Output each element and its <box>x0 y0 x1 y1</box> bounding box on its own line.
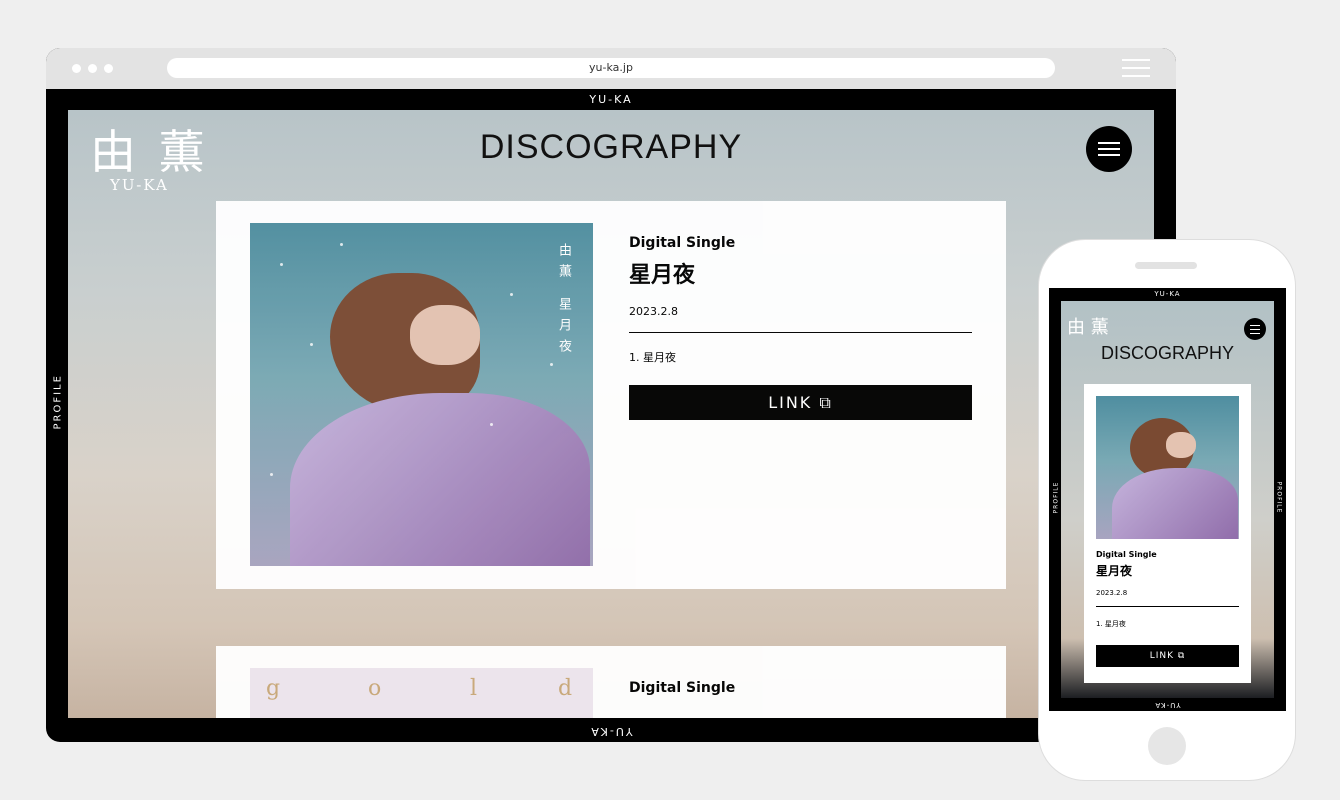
profile-side-link[interactable]: PROFILE <box>1053 481 1060 515</box>
release-card: 由薫 星月夜 Digital Single 星月夜 2023.2.8 1. 星月… <box>216 201 1006 589</box>
frame-top-label: YU-KA <box>589 93 633 106</box>
release-info: Digital Single <box>629 680 972 696</box>
phone-screen: YU-KA PROFILE PROFILE YU-KA 由 薫 DISCOGRA… <box>1049 288 1286 711</box>
release-title: 星月夜 <box>1096 564 1133 578</box>
release-card: Digital Single 星月夜 2023.2.8 1. 星月夜 LINK … <box>1084 384 1251 683</box>
album-cover-image: 由薫 星月夜 <box>250 223 593 566</box>
page-title: DISCOGRAPHY <box>479 128 743 166</box>
browser-menu-icon[interactable] <box>1122 59 1150 77</box>
page-title: DISCOGRAPHY <box>1100 343 1235 363</box>
cover-letter: g <box>266 676 281 701</box>
address-bar[interactable]: yu-ka.jp <box>167 58 1055 78</box>
external-link-icon: ⧉ <box>819 393 833 412</box>
divider <box>1096 606 1239 607</box>
profile-side-link[interactable]: PROFILE <box>53 374 64 429</box>
cover-letter: d <box>558 676 573 701</box>
hamburger-menu-icon[interactable] <box>1244 318 1266 340</box>
release-type: Digital Single <box>1096 550 1157 559</box>
release-date: 2023.2.8 <box>629 305 678 318</box>
profile-side-link[interactable]: PROFILE <box>1276 481 1283 515</box>
window-dot[interactable] <box>88 64 97 73</box>
home-button[interactable] <box>1148 727 1186 765</box>
release-info: Digital Single 星月夜 2023.2.8 1. 星月夜 LINK … <box>629 235 972 420</box>
release-type: Digital Single <box>629 680 736 696</box>
track-item: 1. 星月夜 <box>629 351 676 364</box>
cover-title-text: 由薫 星月夜 <box>556 243 571 361</box>
window-dot[interactable] <box>104 64 113 73</box>
cover-letter: o <box>368 676 382 701</box>
album-cover-image: g o l d <box>250 668 593 718</box>
frame-top-label: YU-KA <box>1154 290 1181 298</box>
release-card: g o l d Digital Single <box>216 646 1006 718</box>
site-logo[interactable]: 由 薫 <box>1067 313 1109 339</box>
album-cover-image <box>1096 396 1239 539</box>
cover-letter: l <box>470 676 478 701</box>
page-viewport: 由 薫 YU-KA DISCOGRAPHY 由薫 星月夜 Digital Sin… <box>68 110 1154 718</box>
track-item: 1. 星月夜 <box>1096 620 1126 628</box>
browser-window: yu-ka.jp YU-KA PROFILE YU-KA 由 薫 YU-KA D… <box>46 48 1176 742</box>
window-controls <box>72 64 113 73</box>
frame-bottom-label: YU-KA <box>589 725 633 738</box>
link-button[interactable]: LINK ⧉ <box>1096 645 1239 667</box>
release-title: 星月夜 <box>629 263 696 288</box>
release-type: Digital Single <box>629 235 736 251</box>
divider <box>629 332 972 333</box>
phone-speaker <box>1135 262 1197 269</box>
site-logo-latin: YU-KA <box>110 176 169 194</box>
link-label: LINK <box>1149 651 1174 661</box>
browser-toolbar: yu-ka.jp <box>46 48 1176 89</box>
link-button[interactable]: LINK ⧉ <box>629 385 972 420</box>
external-link-icon: ⧉ <box>1177 651 1186 661</box>
phone-mockup: YU-KA PROFILE PROFILE YU-KA 由 薫 DISCOGRA… <box>1039 240 1295 780</box>
frame-bottom-label: YU-KA <box>1154 701 1181 709</box>
release-date: 2023.2.8 <box>1096 589 1128 597</box>
release-info: Digital Single 星月夜 2023.2.8 1. 星月夜 LINK … <box>1096 550 1239 667</box>
link-label: LINK <box>768 393 813 412</box>
window-dot[interactable] <box>72 64 81 73</box>
hamburger-menu-icon[interactable] <box>1086 126 1132 172</box>
page-viewport: 由 薫 DISCOGRAPHY Digital Single 星月夜 2023.… <box>1061 301 1274 698</box>
